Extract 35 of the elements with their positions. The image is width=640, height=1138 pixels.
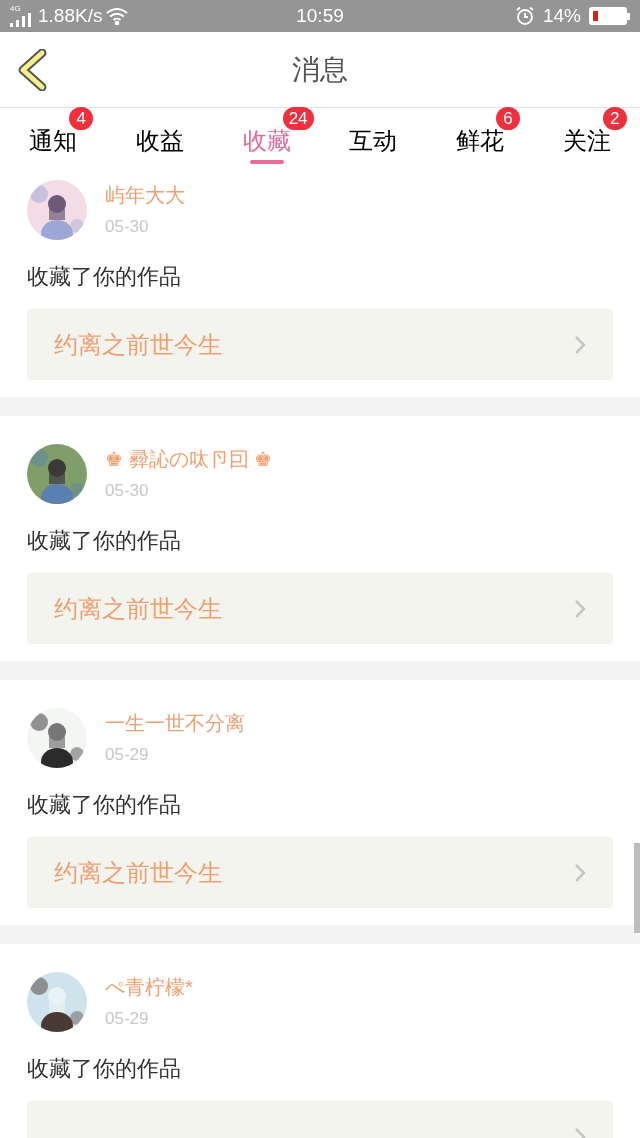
message-text: 收藏了你的作品 xyxy=(27,791,182,819)
user-name[interactable]: 一生一世不分离 xyxy=(105,708,245,739)
count-badge: 24 xyxy=(282,106,314,130)
clock-time: 10:59 xyxy=(295,3,345,28)
signal-icon xyxy=(10,13,34,27)
wifi-icon xyxy=(106,7,129,25)
message-text: 收藏了你的作品 xyxy=(27,527,182,555)
user-name[interactable]: 屿年大大 xyxy=(105,180,185,211)
work-title: 约离之前世今生 xyxy=(54,329,222,360)
work-link[interactable]: 约离之前世今生 xyxy=(27,309,613,380)
back-chevron-icon xyxy=(16,48,48,91)
network-label: 4G xyxy=(10,5,21,13)
work-title: 约离之前世今生 xyxy=(54,857,222,888)
message-text: 收藏了你的作品 xyxy=(27,263,182,291)
count-badge: 4 xyxy=(69,106,94,130)
back-button[interactable] xyxy=(16,48,48,91)
tab[interactable]: 收益 xyxy=(136,122,184,153)
user-name[interactable]: ♚ 彛訫の呔卪囙 ♚ xyxy=(105,444,273,475)
message-text: 收藏了你的作品 xyxy=(27,1055,182,1083)
page-title: 消息 xyxy=(292,52,348,87)
user-name[interactable]: ぺ青柠檬* xyxy=(105,972,193,1003)
work-title: 约离之前世今生 xyxy=(54,593,222,624)
count-badge: 6 xyxy=(496,106,520,130)
alarm-icon xyxy=(514,6,535,26)
count-badge: 2 xyxy=(602,106,627,130)
work-link[interactable]: 约离之前世今生 xyxy=(27,573,613,644)
tab[interactable]: 互动 xyxy=(349,122,398,153)
battery-icon xyxy=(589,7,630,25)
battery-percent: 14% xyxy=(542,3,581,28)
tab-underline xyxy=(249,160,284,164)
network-speed: 1.88K/s xyxy=(38,3,103,28)
work-link[interactable]: 约离之前世今生 xyxy=(27,837,613,908)
chevron-right-icon xyxy=(574,334,586,355)
chevron-right-icon xyxy=(574,862,586,883)
chevron-right-icon xyxy=(574,598,586,619)
